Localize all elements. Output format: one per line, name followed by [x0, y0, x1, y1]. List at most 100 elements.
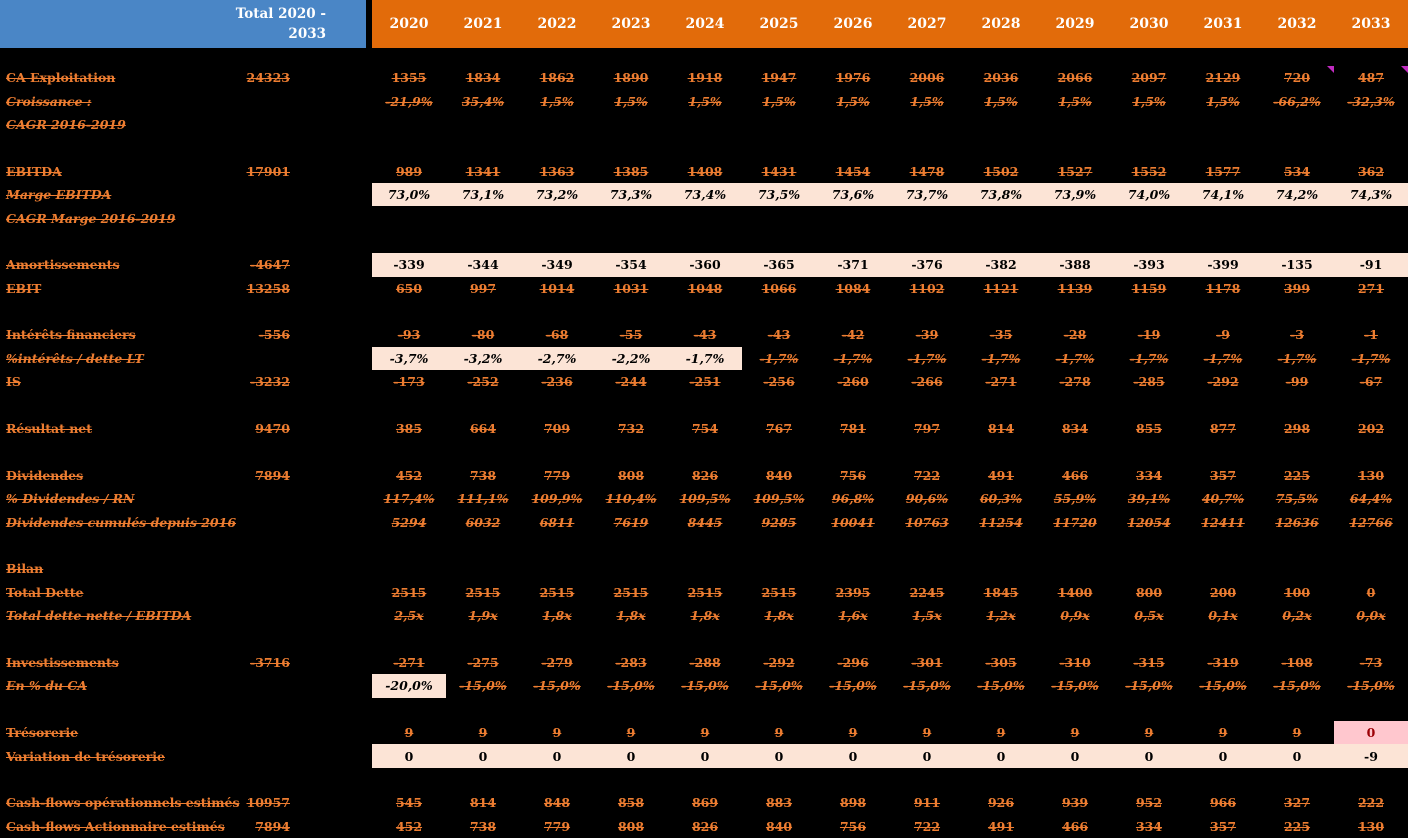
cell-marge-ebitda-2022[interactable]: 73,2% — [520, 183, 594, 206]
cell-croissance-2028[interactable]: 1,5% — [964, 89, 1038, 112]
row-label-dette-nette-ebitda[interactable]: Total dette nette / EBITDA — [0, 604, 240, 627]
year-header-2022[interactable]: 2022 — [520, 0, 594, 48]
cell-tresorerie-2030[interactable]: 9 — [1112, 721, 1186, 744]
cell-ebitda-2028[interactable]: 1502 — [964, 160, 1038, 183]
cell-en-pct-du-ca-2024[interactable]: -15,0% — [668, 674, 742, 697]
row-label-tresorerie[interactable]: Trésorerie — [0, 721, 240, 744]
cell-total-dette-2022[interactable]: 2515 — [520, 581, 594, 604]
cell-cf-actionnaire-2032[interactable]: 225 — [1260, 815, 1334, 838]
total-cagr-marge-2016-2019[interactable] — [240, 206, 372, 229]
cell-dividendes-2023[interactable]: 808 — [594, 464, 668, 487]
cell-dividendes-2022[interactable]: 779 — [520, 464, 594, 487]
cell-resultat-net-2022[interactable]: 709 — [520, 417, 594, 440]
cell-pct-interets-dette-lt-2027[interactable]: -1,7% — [890, 347, 964, 370]
cell-is-2030[interactable]: -285 — [1112, 370, 1186, 393]
cell-en-pct-du-ca-2029[interactable]: -15,0% — [1038, 674, 1112, 697]
cell-dividendes-2033[interactable]: 130 — [1334, 464, 1408, 487]
cell-ebitda-2020[interactable]: 989 — [372, 160, 446, 183]
cell-ebit-2025[interactable]: 1066 — [742, 277, 816, 300]
cell-dividendes-cumules-2023[interactable]: 7619 — [594, 510, 668, 533]
total-dette-nette-ebitda[interactable] — [240, 604, 372, 627]
cell-total-dette-2020[interactable]: 2515 — [372, 581, 446, 604]
cell-dette-nette-ebitda-2027[interactable]: 1,5x — [890, 604, 964, 627]
cell-investissements-2026[interactable]: -296 — [816, 651, 890, 674]
cell-interets-financiers-2026[interactable]: -42 — [816, 323, 890, 346]
cell-interets-financiers-2020[interactable]: -93 — [372, 323, 446, 346]
cell-total-dette-2029[interactable]: 1400 — [1038, 581, 1112, 604]
cell-en-pct-du-ca-2027[interactable]: -15,0% — [890, 674, 964, 697]
cell-variation-tresorerie-2020[interactable]: 0 — [372, 744, 446, 767]
cell-marge-ebitda-2030[interactable]: 74,0% — [1112, 183, 1186, 206]
cell-cf-actionnaire-2029[interactable]: 466 — [1038, 815, 1112, 838]
row-label-dividendes[interactable]: Dividendes — [0, 464, 240, 487]
cell-pct-dividendes-rn-2028[interactable]: 60,3% — [964, 487, 1038, 510]
cell-variation-tresorerie-2027[interactable]: 0 — [890, 744, 964, 767]
cell-cf-operationnels-2033[interactable]: 222 — [1334, 791, 1408, 814]
cell-interets-financiers-2023[interactable]: -55 — [594, 323, 668, 346]
cell-croissance-2030[interactable]: 1,5% — [1112, 89, 1186, 112]
cell-pct-interets-dette-lt-2020[interactable]: -3,7% — [372, 347, 446, 370]
cell-investissements-2021[interactable]: -275 — [446, 651, 520, 674]
cell-ebitda-2026[interactable]: 1454 — [816, 160, 890, 183]
cell-en-pct-du-ca-2025[interactable]: -15,0% — [742, 674, 816, 697]
cell-ca-exploitation-2026[interactable]: 1976 — [816, 66, 890, 89]
cell-variation-tresorerie-2022[interactable]: 0 — [520, 744, 594, 767]
row-label-croissance[interactable]: Croissance : — [0, 89, 240, 112]
year-header-2031[interactable]: 2031 — [1186, 0, 1260, 48]
cell-amortissements-2031[interactable]: -399 — [1186, 253, 1260, 276]
cell-tresorerie-2031[interactable]: 9 — [1186, 721, 1260, 744]
cell-dette-nette-ebitda-2031[interactable]: 0,1x — [1186, 604, 1260, 627]
cell-tresorerie-2026[interactable]: 9 — [816, 721, 890, 744]
cell-en-pct-du-ca-2022[interactable]: -15,0% — [520, 674, 594, 697]
cell-dividendes-cumules-2021[interactable]: 6032 — [446, 510, 520, 533]
cell-total-dette-2027[interactable]: 2245 — [890, 581, 964, 604]
cell-pct-dividendes-rn-2024[interactable]: 109,5% — [668, 487, 742, 510]
row-label-interets-financiers[interactable]: Intérêts financiers — [0, 323, 240, 346]
cell-ca-exploitation-2024[interactable]: 1918 — [668, 66, 742, 89]
cell-ebitda-2021[interactable]: 1341 — [446, 160, 520, 183]
year-header-2032[interactable]: 2032 — [1260, 0, 1334, 48]
row-label-is[interactable]: IS — [0, 370, 240, 393]
cell-variation-tresorerie-2032[interactable]: 0 — [1260, 744, 1334, 767]
cell-is-2025[interactable]: -256 — [742, 370, 816, 393]
cell-dividendes-cumules-2022[interactable]: 6811 — [520, 510, 594, 533]
cell-cf-actionnaire-2022[interactable]: 779 — [520, 815, 594, 838]
total-ebitda[interactable]: 17901 — [240, 160, 372, 183]
cell-ebitda-2023[interactable]: 1385 — [594, 160, 668, 183]
year-header-2025[interactable]: 2025 — [742, 0, 816, 48]
cell-pct-dividendes-rn-2021[interactable]: 111,1% — [446, 487, 520, 510]
row-label-cf-operationnels[interactable]: Cash-flows opérationnels estimés — [0, 791, 240, 814]
cell-ebitda-2031[interactable]: 1577 — [1186, 160, 1260, 183]
cell-amortissements-2022[interactable]: -349 — [520, 253, 594, 276]
total-bilan[interactable] — [240, 557, 372, 580]
cell-croissance-2021[interactable]: 35,4% — [446, 89, 520, 112]
cell-ebitda-2025[interactable]: 1431 — [742, 160, 816, 183]
cell-is-2031[interactable]: -292 — [1186, 370, 1260, 393]
cell-croissance-2033[interactable]: -32,3% — [1334, 89, 1408, 112]
row-label-marge-ebitda[interactable]: Marge EBITDA — [0, 183, 240, 206]
cell-pct-interets-dette-lt-2032[interactable]: -1,7% — [1260, 347, 1334, 370]
cell-cf-operationnels-2029[interactable]: 939 — [1038, 791, 1112, 814]
total-variation-tresorerie[interactable] — [240, 744, 372, 767]
cell-dividendes-2027[interactable]: 722 — [890, 464, 964, 487]
cell-ca-exploitation-2027[interactable]: 2006 — [890, 66, 964, 89]
cell-ca-exploitation-2033[interactable]: 487 — [1334, 66, 1408, 89]
cell-dividendes-cumules-2027[interactable]: 10763 — [890, 510, 964, 533]
cell-dividendes-2028[interactable]: 491 — [964, 464, 1038, 487]
cell-cf-actionnaire-2024[interactable]: 826 — [668, 815, 742, 838]
cell-dividendes-2029[interactable]: 466 — [1038, 464, 1112, 487]
cell-pct-interets-dette-lt-2029[interactable]: -1,7% — [1038, 347, 1112, 370]
cell-amortissements-2026[interactable]: -371 — [816, 253, 890, 276]
year-header-2030[interactable]: 2030 — [1112, 0, 1186, 48]
cell-total-dette-2025[interactable]: 2515 — [742, 581, 816, 604]
cell-dividendes-cumules-2033[interactable]: 12766 — [1334, 510, 1408, 533]
cell-ebit-2022[interactable]: 1014 — [520, 277, 594, 300]
cell-cf-operationnels-2030[interactable]: 952 — [1112, 791, 1186, 814]
cell-dividendes-cumules-2029[interactable]: 11720 — [1038, 510, 1112, 533]
cell-tresorerie-2023[interactable]: 9 — [594, 721, 668, 744]
cell-investissements-2029[interactable]: -310 — [1038, 651, 1112, 674]
cell-investissements-2025[interactable]: -292 — [742, 651, 816, 674]
cell-cf-actionnaire-2033[interactable]: 130 — [1334, 815, 1408, 838]
cell-cf-actionnaire-2026[interactable]: 756 — [816, 815, 890, 838]
cell-cf-actionnaire-2028[interactable]: 491 — [964, 815, 1038, 838]
